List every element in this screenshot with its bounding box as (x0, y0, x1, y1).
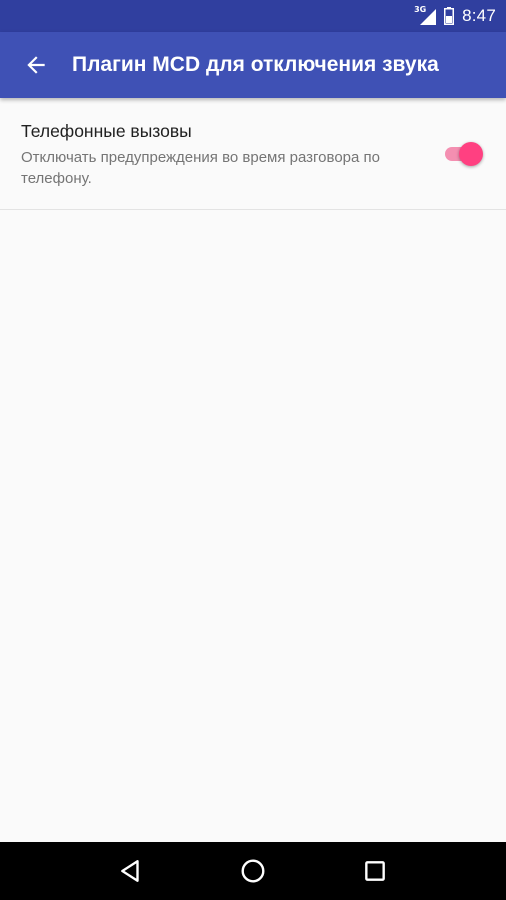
status-clock: 8:47 (462, 6, 496, 25)
screen: 3G 8:47 Плагин MCD для отключения звука … (0, 0, 506, 900)
recents-square-icon (365, 861, 385, 881)
signal-icon (420, 9, 437, 25)
home-circle-icon (241, 859, 265, 883)
nav-home-button[interactable] (223, 842, 283, 900)
preference-title: Телефонные вызовы (21, 121, 192, 141)
nav-back-button[interactable] (101, 842, 161, 900)
navigation-bar (0, 842, 506, 900)
nav-recents-button[interactable] (345, 842, 405, 900)
status-icons: 3G 8:47 (414, 5, 496, 26)
back-button[interactable] (0, 32, 72, 98)
phone-calls-toggle[interactable] (443, 142, 483, 166)
toggle-thumb (459, 142, 483, 166)
arrow-back-icon (27, 56, 45, 74)
preference-summary: Отключать предупреждения во время разгов… (21, 149, 380, 187)
app-bar: Плагин MCD для отключения звука (0, 32, 506, 98)
network-indicator: 3G (414, 5, 437, 25)
battery-icon (444, 7, 455, 25)
back-triangle-icon (121, 860, 139, 882)
page-title: Плагин MCD для отключения звука (72, 53, 439, 76)
status-bar: 3G 8:47 (0, 0, 506, 32)
preferences-list: Телефонные вызовы Отключать предупрежден… (0, 98, 506, 842)
preference-phone-calls[interactable]: Телефонные вызовы Отключать предупрежден… (0, 98, 506, 210)
